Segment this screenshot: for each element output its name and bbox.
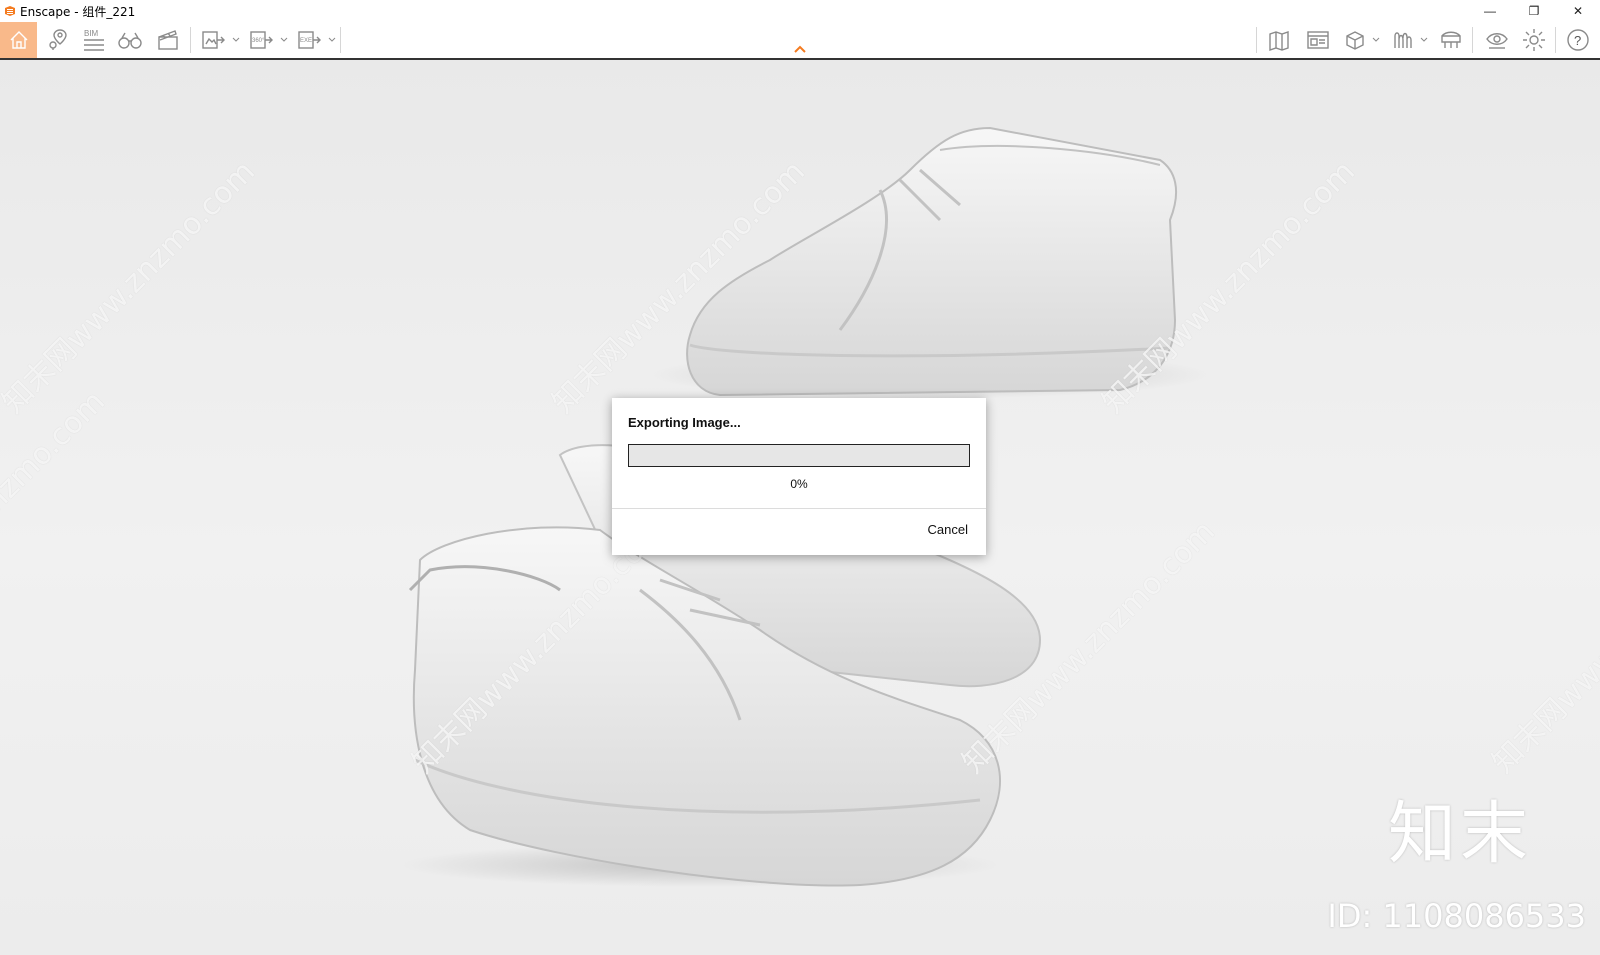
bim-button[interactable]: BIM bbox=[78, 22, 110, 58]
cancel-button[interactable]: Cancel bbox=[928, 522, 968, 537]
progress-bar bbox=[628, 444, 970, 467]
export-image-icon bbox=[202, 31, 225, 49]
progress-percentage: 0% bbox=[790, 477, 808, 491]
video-editor-button[interactable] bbox=[152, 22, 184, 58]
objects-button[interactable] bbox=[1340, 22, 1370, 58]
atmosphere-button[interactable] bbox=[1436, 22, 1466, 58]
dialog-divider bbox=[612, 508, 986, 509]
svg-text:?: ? bbox=[1574, 33, 1581, 48]
minimize-button[interactable]: — bbox=[1468, 0, 1512, 22]
views-button[interactable] bbox=[40, 22, 74, 58]
exe-export-button[interactable]: EXE bbox=[294, 22, 324, 58]
binoculars-icon bbox=[118, 32, 142, 49]
map-button[interactable] bbox=[1264, 22, 1296, 58]
corner-watermark-id: ID: 1108086533 bbox=[1327, 897, 1586, 935]
svg-text:EXE: EXE bbox=[300, 38, 312, 44]
chevron-down-icon[interactable] bbox=[1420, 37, 1428, 43]
export-panorama-icon: 360° bbox=[250, 31, 273, 49]
home-button[interactable] bbox=[0, 22, 37, 58]
svg-text:BIM: BIM bbox=[84, 29, 99, 38]
chevron-down-icon[interactable] bbox=[280, 37, 288, 43]
asset-library-button[interactable] bbox=[1302, 22, 1334, 58]
svg-text:360°: 360° bbox=[252, 38, 265, 44]
enscape-logo-icon bbox=[5, 6, 15, 16]
collapse-toolbar-icon[interactable] bbox=[793, 44, 807, 54]
panorama-button[interactable]: 360° bbox=[246, 22, 276, 58]
restore-button[interactable]: ❐ bbox=[1512, 0, 1556, 22]
location-pin-icon bbox=[49, 29, 67, 50]
clapperboard-icon bbox=[158, 30, 178, 50]
export-progress-dialog: Exporting Image... 0% Cancel bbox=[612, 398, 986, 555]
export-exe-icon: EXE bbox=[298, 31, 321, 49]
visual-settings-button[interactable] bbox=[1480, 22, 1514, 58]
material-icon bbox=[1394, 32, 1412, 48]
chevron-down-icon[interactable] bbox=[1372, 37, 1380, 43]
bim-icon: BIM bbox=[84, 29, 104, 51]
map-icon bbox=[1269, 31, 1289, 51]
visual-settings-icon bbox=[1486, 33, 1508, 49]
asset-library-icon bbox=[1307, 31, 1329, 49]
chevron-down-icon[interactable] bbox=[232, 37, 240, 43]
sky-icon bbox=[1441, 31, 1461, 48]
dialog-title: Exporting Image... bbox=[628, 415, 741, 430]
chevron-down-icon[interactable] bbox=[328, 37, 336, 43]
material-editor-button[interactable] bbox=[1388, 22, 1418, 58]
screenshot-button[interactable] bbox=[198, 22, 228, 58]
cube-icon bbox=[1346, 31, 1364, 50]
settings-button[interactable] bbox=[1518, 22, 1550, 58]
walk-mode-button[interactable] bbox=[114, 22, 146, 58]
close-button[interactable]: ✕ bbox=[1556, 0, 1600, 22]
title-bar: Enscape - 组件_221 — ❐ ✕ bbox=[0, 0, 1600, 22]
home-icon bbox=[10, 31, 27, 49]
settings-icon bbox=[1523, 29, 1545, 51]
window-title: Enscape - 组件_221 bbox=[20, 4, 136, 19]
help-button[interactable]: ? bbox=[1560, 22, 1596, 58]
help-icon: ? bbox=[1567, 29, 1589, 51]
corner-watermark-logo: 知末 bbox=[1387, 795, 1532, 874]
toolbar: BIM 360° EXE ? bbox=[0, 22, 1600, 60]
